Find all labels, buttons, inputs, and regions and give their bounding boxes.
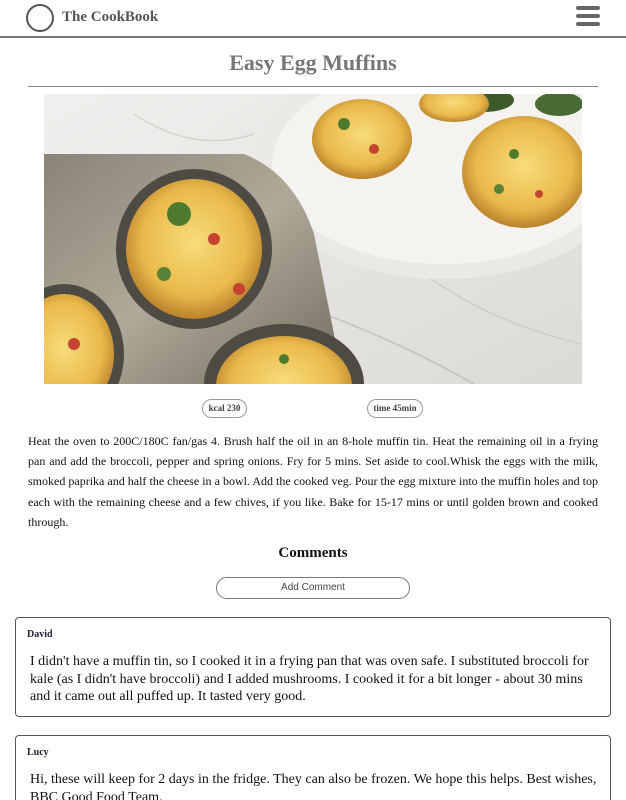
comments-heading: Comments — [278, 545, 348, 561]
navbar: The CookBook — [0, 0, 626, 38]
time-badge: time 45min — [367, 399, 423, 418]
comment-card: David I didn't have a muffin tin, so I c… — [15, 617, 611, 717]
circle-logo-icon[interactable] — [26, 4, 54, 32]
comment-text: I didn't have a muffin tin, so I cooked … — [30, 654, 589, 704]
add-comment-button[interactable]: Add Comment — [216, 577, 410, 599]
recipe-title: Easy Egg Muffins — [229, 50, 397, 75]
recipe-description: Heat the oven to 200C/180C fan/gas 4. Br… — [28, 434, 598, 529]
comment-author: David — [27, 629, 53, 640]
recipe-photo — [44, 94, 582, 384]
brand-name[interactable]: The CookBook — [62, 9, 158, 26]
hamburger-menu-icon[interactable] — [576, 6, 600, 28]
comment-author: Lucy — [27, 747, 49, 758]
comment-card: Lucy Hi, these will keep for 2 days in t… — [15, 735, 611, 800]
title-divider — [28, 86, 598, 87]
comment-text: Hi, these will keep for 2 days in the fr… — [30, 772, 597, 800]
calories-badge: kcal 230 — [202, 399, 247, 418]
